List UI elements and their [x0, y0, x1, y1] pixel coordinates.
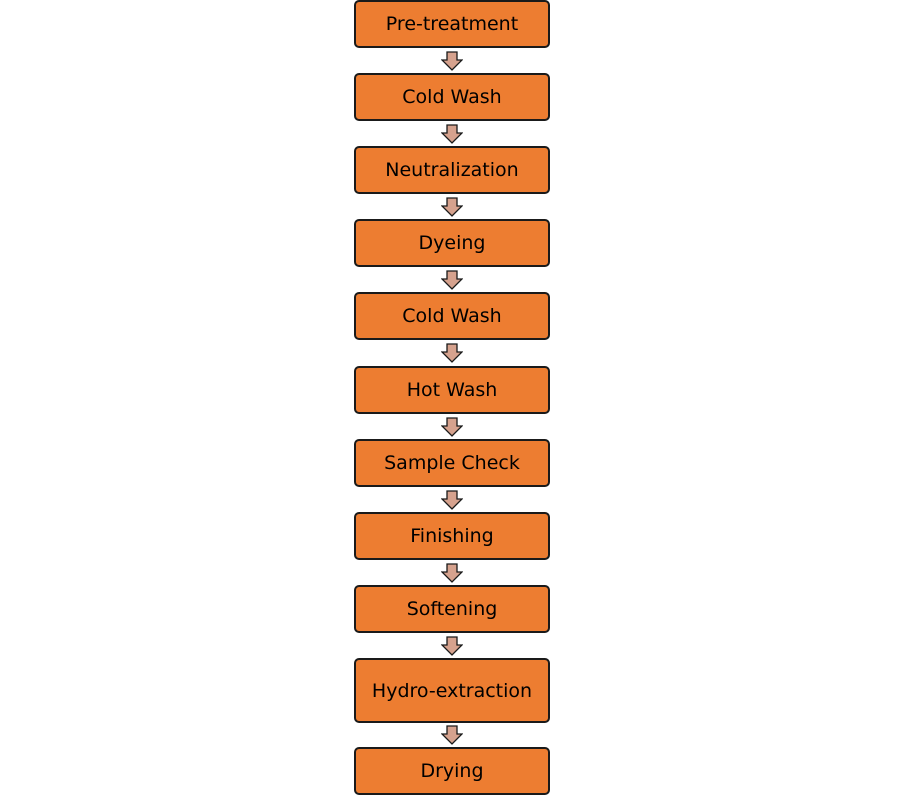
flow-step: Hydro-extraction	[354, 658, 550, 723]
flow-step-label: Cold Wash	[402, 86, 502, 108]
down-arrow-icon	[441, 562, 463, 583]
flow-step: Finishing	[354, 512, 550, 560]
flow-step-label: Softening	[406, 598, 498, 620]
down-arrow-icon	[441, 196, 463, 217]
flow-step-label: Pre-treatment	[385, 13, 519, 35]
flow-step: Pre-treatment	[354, 0, 550, 48]
down-arrow-icon	[441, 269, 463, 290]
down-arrow-icon	[441, 725, 463, 745]
flow-step-label: Drying	[420, 760, 484, 782]
flow-step: Hot Wash	[354, 366, 550, 414]
flow-step: Neutralization	[354, 146, 550, 194]
flow-step: Softening	[354, 585, 550, 633]
flow-step-label: Hot Wash	[406, 379, 498, 401]
down-arrow-icon	[441, 50, 463, 71]
flow-step-label: Hydro-extraction	[371, 679, 533, 702]
flow-step: Cold Wash	[354, 73, 550, 121]
down-arrow-icon	[441, 123, 463, 144]
flow-step: Sample Check	[354, 439, 550, 487]
down-arrow-icon	[441, 416, 463, 437]
down-arrow-icon	[441, 489, 463, 510]
flow-step: Cold Wash	[354, 292, 550, 340]
flow-step-label: Sample Check	[384, 452, 520, 474]
flow-step: Drying	[354, 747, 550, 795]
flow-step-label: Dyeing	[418, 232, 486, 254]
flow-step-label: Finishing	[410, 525, 494, 547]
flow-step-label: Neutralization	[385, 159, 519, 181]
flow-step: Dyeing	[354, 219, 550, 267]
flow-step-label: Cold Wash	[402, 305, 502, 327]
down-arrow-icon	[441, 343, 463, 363]
down-arrow-icon	[441, 635, 463, 656]
